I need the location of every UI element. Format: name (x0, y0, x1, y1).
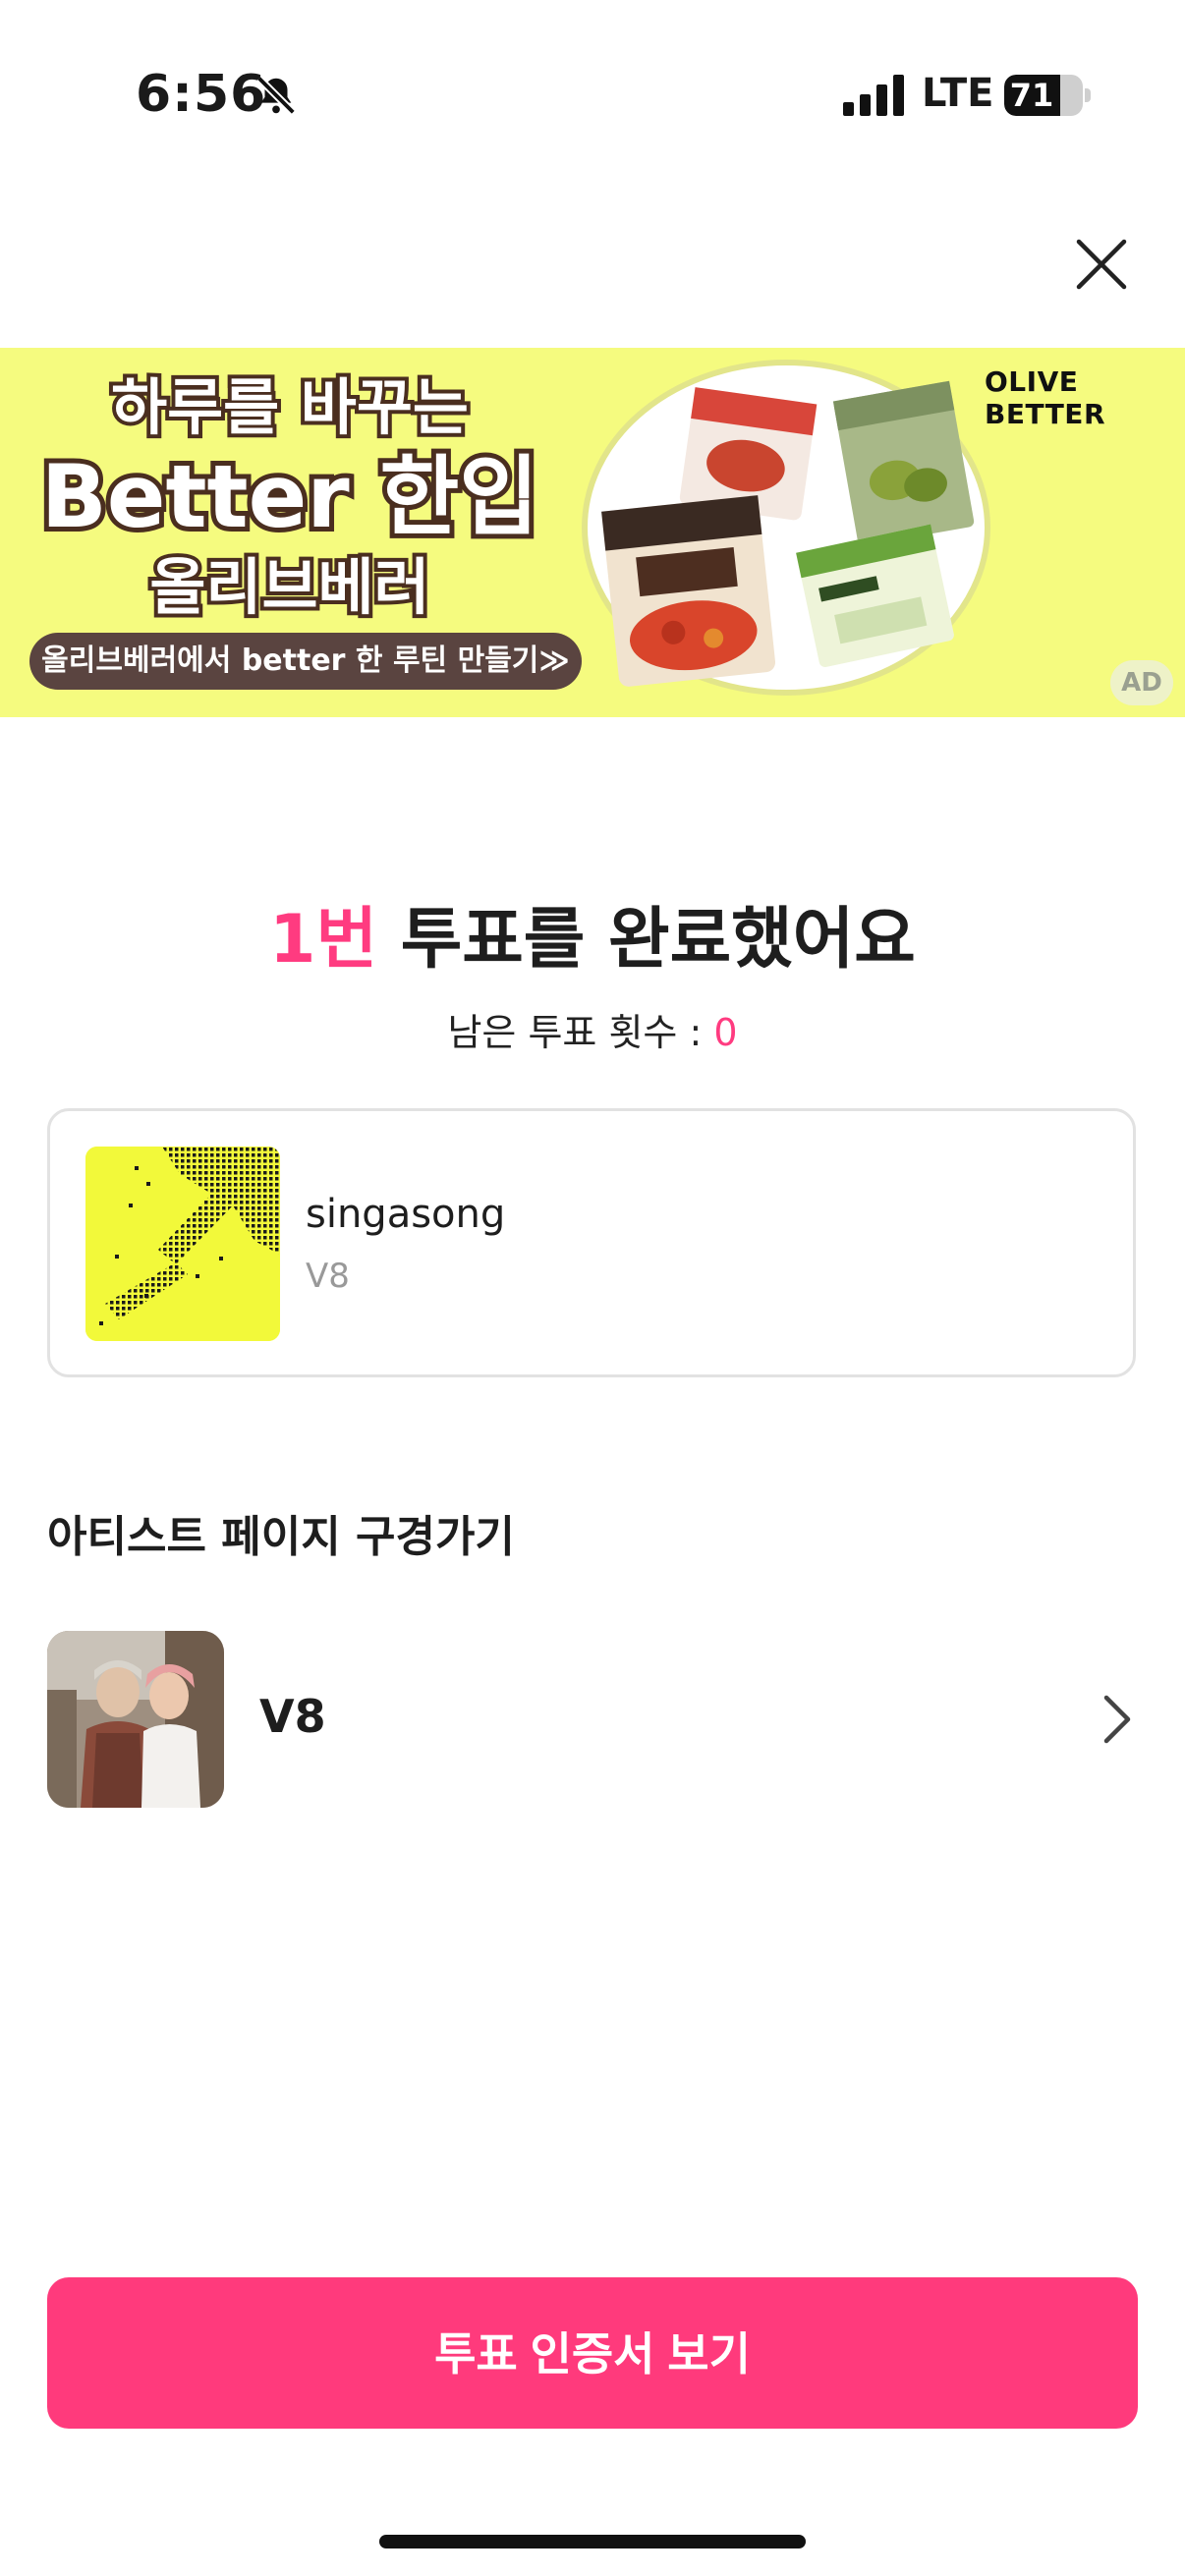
ad-headline-line3: 올리브베러 (145, 547, 433, 627)
network-label: LTE (922, 71, 994, 116)
battery-cap (1085, 88, 1091, 102)
artist-avatar (47, 1631, 224, 1808)
chevron-right-icon (1103, 1695, 1131, 1744)
song-artist: V8 (306, 1257, 350, 1296)
vote-title-text: 투표를 완료했어요 (377, 901, 916, 979)
artist-name: V8 (259, 1690, 326, 1743)
battery-level: 71 (1009, 77, 1054, 114)
artist-section-title: 아티스트 페이지 구경가기 (47, 1512, 515, 1562)
vote-complete-title: 1번 투표를 완료했어요 (0, 884, 1185, 981)
remaining-votes-label: 남은 투표 횟수 : (447, 1011, 714, 1054)
ad-headline-line2: Better 한입 (36, 443, 544, 551)
ad-brand: OLIVE BETTER (985, 365, 1105, 430)
status-bar: 6:56 LTE 71 (0, 0, 1185, 196)
ad-headline-line1: 하루를 바꾸는 (107, 367, 473, 447)
close-icon[interactable] (1073, 236, 1130, 293)
ad-banner[interactable]: 하루를 바꾸는 Better 한입 올리브베러 올리브베러에서 better 한… (0, 348, 1185, 717)
bell-slash-icon (256, 76, 296, 115)
ad-cta[interactable]: 올리브베러에서 better 한 루틴 만들기≫ (29, 633, 582, 690)
song-card[interactable]: singasong V8 (47, 1108, 1136, 1377)
remaining-votes-value: 0 (713, 1011, 738, 1054)
song-title: singasong (306, 1192, 506, 1237)
view-vote-certificate-button[interactable]: 투표 인증서 보기 (47, 2277, 1138, 2429)
status-time: 6:56 (136, 65, 267, 124)
ad-headline: 하루를 바꾸는 Better 한입 올리브베러 (0, 367, 580, 629)
ad-product-image (582, 360, 990, 696)
battery-icon: 71 (1004, 75, 1083, 116)
home-indicator[interactable] (379, 2535, 806, 2548)
signal-icon (843, 75, 904, 116)
vote-count: 1번 (269, 901, 378, 979)
album-art (85, 1147, 280, 1341)
remaining-votes: 남은 투표 횟수 : 0 (0, 1002, 1185, 1056)
ad-badge: AD (1110, 660, 1173, 705)
artist-row[interactable]: V8 (47, 1631, 1138, 1810)
